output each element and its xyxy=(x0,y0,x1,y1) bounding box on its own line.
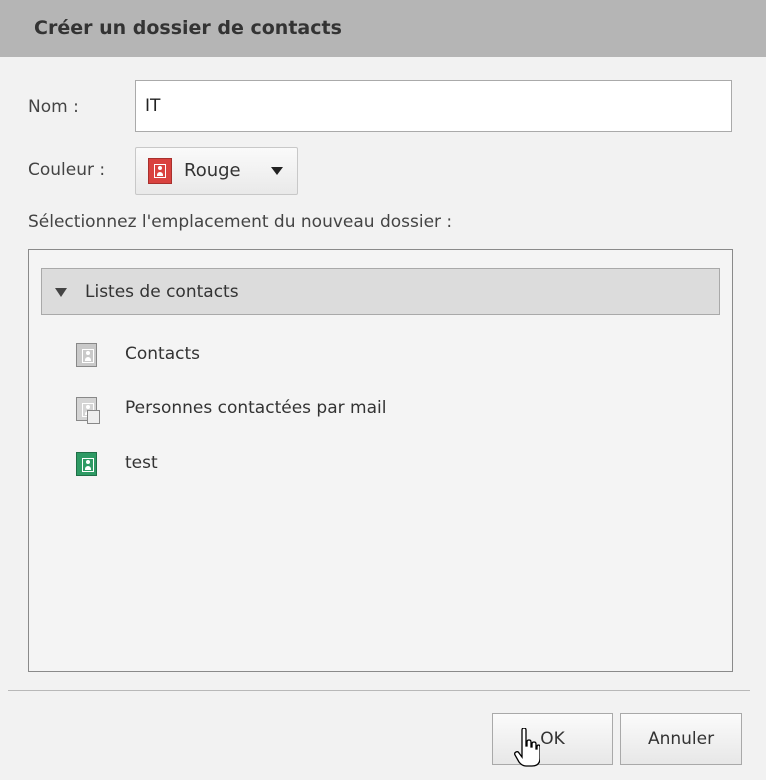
emailed-contacts-icon xyxy=(76,397,100,424)
tree-root-contact-lists[interactable]: Listes de contacts xyxy=(41,268,720,315)
tree-item-label: test xyxy=(125,453,158,473)
hand-pointer-cursor-icon xyxy=(514,728,540,767)
tree-item-contacts[interactable]: Contacts xyxy=(69,341,709,375)
color-dropdown[interactable]: Rouge xyxy=(135,147,298,195)
location-label: Sélectionnez l'emplacement du nouveau do… xyxy=(28,212,453,232)
create-contact-folder-dialog: Créer un dossier de contacts Nom : Coule… xyxy=(0,0,766,780)
folder-name-input[interactable] xyxy=(135,80,732,132)
cancel-button[interactable]: Annuler xyxy=(620,713,742,765)
tree-item-test[interactable]: test xyxy=(69,450,709,484)
color-value: Rouge xyxy=(184,160,241,181)
expand-triangle-icon[interactable] xyxy=(55,288,67,297)
name-label: Nom : xyxy=(28,97,79,117)
tree-item-label: Personnes contactées par mail xyxy=(125,398,387,418)
color-label: Couleur : xyxy=(28,160,106,180)
footer-divider xyxy=(8,690,750,691)
chevron-down-icon xyxy=(271,167,283,175)
color-swatch-icon xyxy=(148,158,172,184)
dialog-title: Créer un dossier de contacts xyxy=(34,17,342,39)
dialog-titlebar[interactable]: Créer un dossier de contacts xyxy=(0,0,766,57)
tree-item-label: Contacts xyxy=(125,344,200,364)
ok-button[interactable]: OK xyxy=(492,713,613,765)
contact-folder-icon xyxy=(76,343,97,367)
folder-location-tree: Listes de contacts Contacts Personnes co… xyxy=(28,249,733,672)
tree-root-label: Listes de contacts xyxy=(85,282,239,302)
contact-folder-icon xyxy=(76,452,97,476)
tree-item-emailed-contacts[interactable]: Personnes contactées par mail xyxy=(69,395,709,429)
